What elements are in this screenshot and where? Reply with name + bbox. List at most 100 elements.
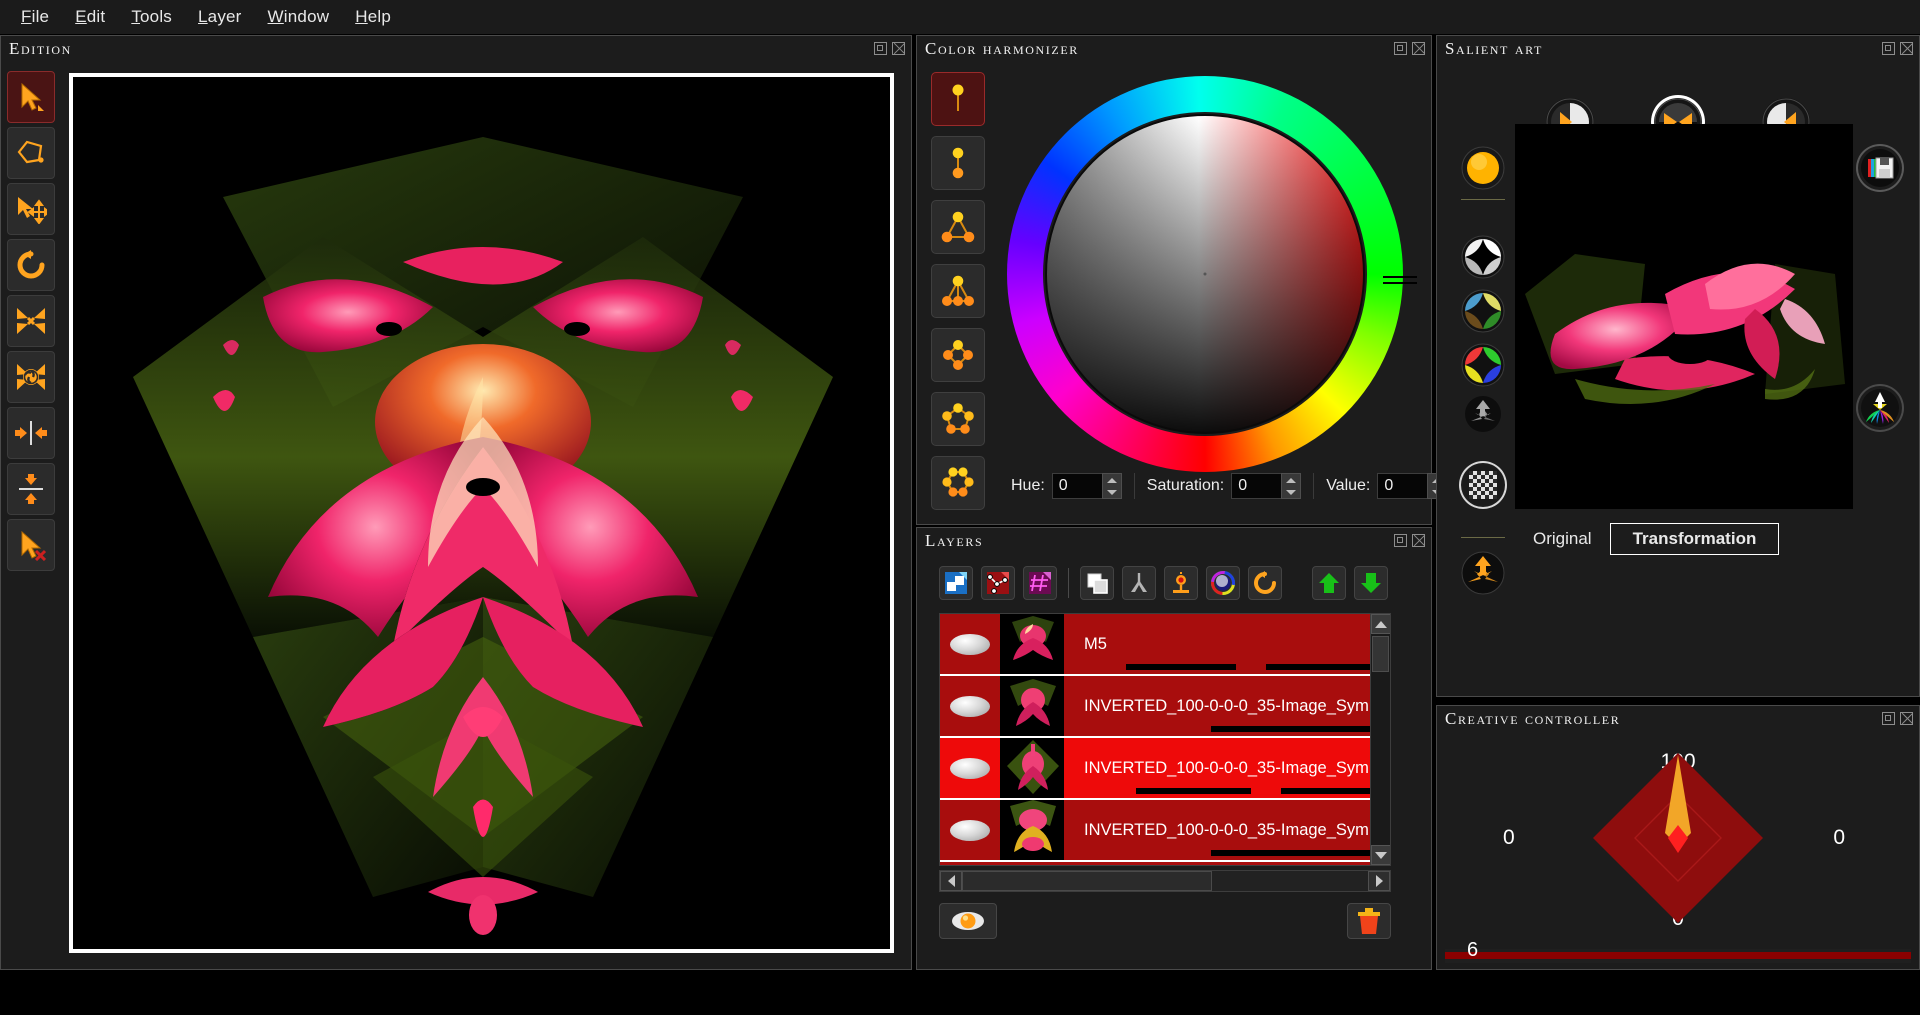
float-icon[interactable] <box>1394 42 1407 55</box>
scheme-split-complementary[interactable] <box>931 264 985 318</box>
hue-stepper[interactable] <box>1051 473 1122 499</box>
layer-visibility-toggle[interactable] <box>940 614 1002 674</box>
layers-horizontal-scrollbar[interactable] <box>939 870 1391 892</box>
layers-bottom-bar <box>939 903 1391 945</box>
scroll-right-button[interactable] <box>1368 871 1390 891</box>
luminance-sphere-button[interactable] <box>1461 146 1505 190</box>
float-icon[interactable] <box>1882 712 1895 725</box>
table-row[interactable]: INVERTED_100-0-0-0_35-Image_SymRig <box>940 676 1390 738</box>
lasso-polygon-tool[interactable] <box>7 127 55 179</box>
scheme-pentad[interactable] <box>931 392 985 446</box>
orange-recycle-button[interactable] <box>1461 551 1505 595</box>
menu-edit[interactable]: Edit <box>62 4 118 30</box>
salient-preview-image[interactable] <box>1515 124 1853 509</box>
close-icon[interactable] <box>1412 42 1425 55</box>
float-icon[interactable] <box>874 42 887 55</box>
menu-help[interactable]: Help <box>342 4 404 30</box>
table-row[interactable]: M5 <box>940 614 1390 676</box>
anchor-layer-button[interactable] <box>1164 566 1198 600</box>
scheme-hexad[interactable] <box>931 456 985 510</box>
gray-recycle-button[interactable] <box>1464 395 1502 433</box>
grid-layer-button[interactable] <box>1023 566 1057 600</box>
rotate-tool[interactable] <box>7 239 55 291</box>
layer-visibility-toggle[interactable] <box>940 738 1002 798</box>
close-icon[interactable] <box>1900 42 1913 55</box>
move-layer-down-button[interactable] <box>1354 566 1388 600</box>
color-wheel[interactable] <box>999 70 1419 490</box>
scroll-thumb[interactable] <box>1372 636 1389 672</box>
scheme-single[interactable] <box>931 72 985 126</box>
select-arrow-tool[interactable] <box>7 71 55 123</box>
menu-window[interactable]: Window <box>255 4 343 30</box>
hscroll-thumb[interactable] <box>962 871 1212 891</box>
hue-marker[interactable] <box>1383 276 1417 284</box>
reset-layer-button[interactable] <box>1248 566 1282 600</box>
layer-visibility-toggle[interactable] <box>940 676 1002 736</box>
move-tool[interactable] <box>7 183 55 235</box>
scheme-triad[interactable] <box>931 200 985 254</box>
layer-thumbnail <box>1002 800 1064 860</box>
layer-visibility-button[interactable] <box>939 903 997 939</box>
add-control-points-button[interactable] <box>981 566 1015 600</box>
menu-file[interactable]: File <box>8 4 62 30</box>
edition-canvas[interactable] <box>69 73 894 953</box>
salient-tab-group: Original Transformation <box>1515 522 1853 556</box>
float-icon[interactable] <box>1394 534 1407 547</box>
muted-color-star-button[interactable] <box>1461 289 1505 333</box>
scroll-left-button[interactable] <box>940 871 962 891</box>
scheme-tetrad[interactable] <box>931 328 985 382</box>
vivid-color-star-button[interactable] <box>1461 343 1505 387</box>
color-adjust-button[interactable] <box>1206 566 1240 600</box>
float-icon[interactable] <box>1882 42 1895 55</box>
scroll-up-button[interactable] <box>1371 614 1390 634</box>
artwork-image <box>73 77 890 949</box>
close-icon[interactable] <box>1412 534 1425 547</box>
mirror-horizontal-tool[interactable] <box>7 407 55 459</box>
color-fan-palette-button[interactable] <box>1858 386 1902 430</box>
menu-layer[interactable]: Layer <box>185 4 255 30</box>
table-row[interactable]: INVERTED_100-0-0-0_35-Image_SymLef <box>940 738 1390 800</box>
menu-tools[interactable]: Tools <box>118 4 185 30</box>
application-window: File Edit Tools Layer Window Help Editio… <box>0 0 1920 1015</box>
saturation-stepper[interactable] <box>1231 473 1302 499</box>
merge-layers-button[interactable] <box>1122 566 1156 600</box>
layer-list[interactable]: M5 INVERTED_100-0-0-0_35-Image_SymRig IN… <box>939 613 1391 866</box>
layers-vertical-scrollbar[interactable] <box>1370 614 1390 865</box>
saturation-input[interactable] <box>1231 473 1282 499</box>
layer-visibility-toggle[interactable] <box>940 800 1002 860</box>
transparency-checker-button[interactable] <box>1461 463 1505 507</box>
creative-radar[interactable]: 100 0 0 0 <box>1443 736 1913 939</box>
mirror-vertical-tool[interactable] <box>7 463 55 515</box>
creative-slider[interactable]: 6 <box>1445 939 1911 963</box>
tab-original[interactable]: Original <box>1515 524 1610 554</box>
creative-controller-panel: Creative controller 100 0 0 0 6 <box>1436 705 1920 970</box>
radar-diamond[interactable] <box>1583 743 1773 933</box>
table-row[interactable] <box>940 862 1390 865</box>
radar-left-value: 0 <box>1503 825 1515 849</box>
new-layer-button[interactable] <box>939 566 973 600</box>
swirl-distort-tool[interactable] <box>7 351 55 403</box>
close-icon[interactable] <box>892 42 905 55</box>
scheme-complementary[interactable] <box>931 136 985 190</box>
salient-panel-title: Salient art <box>1445 39 1543 58</box>
close-icon[interactable] <box>1900 712 1913 725</box>
tab-transformation[interactable]: Transformation <box>1609 523 1780 555</box>
layers-panel-buttons <box>1394 534 1425 547</box>
save-image-button[interactable] <box>1858 146 1902 190</box>
scroll-down-button[interactable] <box>1371 845 1390 865</box>
hue-input[interactable] <box>1051 473 1102 499</box>
move-layer-up-button[interactable] <box>1312 566 1346 600</box>
duplicate-layer-button[interactable] <box>1080 566 1114 600</box>
creative-panel-title: Creative controller <box>1445 709 1621 728</box>
saturation-value-disc[interactable] <box>1045 114 1365 434</box>
salient-right-toolbar <box>1855 146 1905 430</box>
saturation-spin-arrows[interactable] <box>1281 473 1302 499</box>
table-row[interactable]: INVERTED_100-0-0-0_35-Image_SymLef <box>940 800 1390 862</box>
creative-panel-buttons <box>1882 712 1913 725</box>
hue-spin-arrows[interactable] <box>1101 473 1122 499</box>
deselect-arrow-tool[interactable] <box>7 519 55 571</box>
value-input[interactable] <box>1377 473 1428 499</box>
delete-layer-button[interactable] <box>1347 903 1391 939</box>
scale-expand-tool[interactable] <box>7 295 55 347</box>
grayscale-star-button[interactable] <box>1461 235 1505 279</box>
